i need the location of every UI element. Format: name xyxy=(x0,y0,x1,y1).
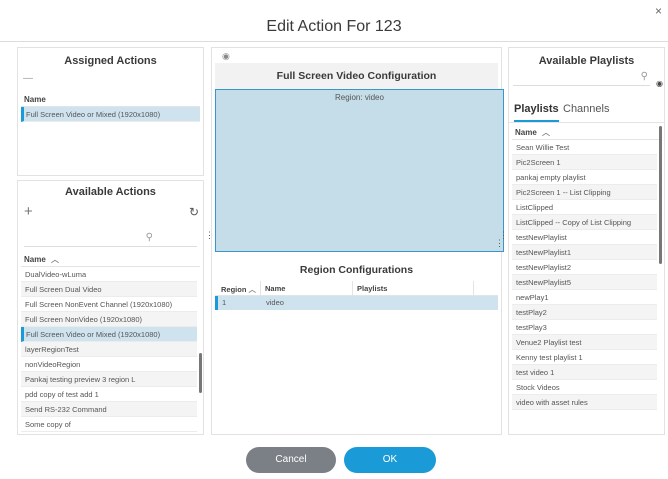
region-cell: 1 xyxy=(222,298,227,307)
dialog-title: Edit Action For 123 xyxy=(266,18,402,35)
list-item[interactable]: pdd copy of test add 1 xyxy=(21,387,197,402)
name-column-header[interactable]: Name xyxy=(265,284,285,293)
available-playlists-panel: Available Playlists ⚲ ◉ Playlists Channe… xyxy=(508,47,665,435)
search-icon[interactable]: ⚲ xyxy=(641,71,648,82)
dialog-header: Edit Action For 123 × xyxy=(0,0,668,42)
assigned-actions-panel: Assigned Actions — Name Full Screen Vide… xyxy=(17,47,204,176)
name-cell: video xyxy=(266,298,284,307)
list-item[interactable]: pankaj empty playlist xyxy=(512,170,657,185)
list-item[interactable]: ListClipped xyxy=(512,200,657,215)
list-item[interactable]: Send RS-232 Command xyxy=(21,402,197,417)
list-item[interactable]: DualVideo-wLuma xyxy=(21,267,197,282)
available-name-column-header[interactable]: Name ︿ xyxy=(21,253,200,267)
list-item[interactable]: nonVideoRegion xyxy=(21,357,197,372)
playlists-column-header[interactable]: Playlists xyxy=(357,284,387,293)
sort-ascending-icon[interactable]: ︿ xyxy=(542,128,550,137)
refresh-icon[interactable]: ↻ xyxy=(189,205,199,219)
list-item[interactable]: video with asset rules xyxy=(512,395,657,410)
playlists-name-column-header[interactable]: Name ︿ xyxy=(512,126,661,140)
assigned-actions-list: Full Screen Video or Mixed (1920x1080) xyxy=(21,107,200,122)
list-item[interactable]: testPlay2 xyxy=(512,305,657,320)
playlists-search-input[interactable]: ⚲ xyxy=(513,71,650,86)
available-playlists-title: Available Playlists xyxy=(538,55,635,67)
list-item[interactable]: layerRegionTest xyxy=(21,342,197,357)
list-item[interactable]: Pic2Screen 1 xyxy=(512,155,657,170)
list-item[interactable]: Full Screen Dual Video xyxy=(21,282,197,297)
list-item[interactable]: testNewPlaylist2 xyxy=(512,260,657,275)
region-label: Region: video xyxy=(335,93,384,102)
list-item[interactable]: Sean Willie Test xyxy=(512,140,657,155)
list-item[interactable]: Stock Videos xyxy=(512,380,657,395)
left-drag-handle-icon[interactable]: ⋮ xyxy=(205,230,214,241)
available-actions-list: DualVideo-wLuma Full Screen Dual Video Ful… xyxy=(21,267,197,433)
config-header: Full Screen Video Configuration xyxy=(215,63,498,89)
playlists-scrollbar[interactable] xyxy=(659,126,662,264)
list-item[interactable]: Full Screen NonVideo (1920x1080) xyxy=(21,312,197,327)
ok-button[interactable]: OK xyxy=(344,447,436,473)
list-item[interactable]: Full Screen Video or Mixed (1920x1080) xyxy=(21,107,200,122)
region-table-header: Region ︿ Name Playlists xyxy=(215,281,498,296)
list-item[interactable]: Full Screen Video or Mixed (1920x1080) xyxy=(21,327,197,342)
list-item[interactable]: testNewPlaylist xyxy=(512,230,657,245)
list-item[interactable]: Pic2Screen 1 -- List Clipping xyxy=(512,185,657,200)
column-divider xyxy=(473,281,474,296)
list-item[interactable]: Kenny test playlist 1 xyxy=(512,350,657,365)
cancel-button[interactable]: Cancel xyxy=(246,447,336,473)
sort-ascending-icon[interactable]: ︿ xyxy=(51,255,59,264)
add-icon[interactable]: + xyxy=(24,203,33,220)
search-icon[interactable]: ⚲ xyxy=(146,232,153,243)
sort-ascending-icon[interactable]: ︿ xyxy=(249,285,257,294)
list-item[interactable]: Some copy of xyxy=(21,417,197,432)
list-item[interactable]: test video 1 xyxy=(512,365,657,380)
assigned-actions-title: Assigned Actions xyxy=(64,55,157,67)
region-col-label: Region xyxy=(221,285,247,294)
list-item[interactable]: testNewPlaylist5 xyxy=(512,275,657,290)
config-title: Full Screen Video Configuration xyxy=(276,70,437,82)
available-actions-title: Available Actions xyxy=(65,186,156,198)
list-item[interactable]: Full Screen NonEvent Channel (1920x1080) xyxy=(21,297,197,312)
close-icon[interactable]: × xyxy=(655,4,662,18)
eye-icon[interactable]: ◉ xyxy=(222,51,230,62)
tab-channels[interactable]: Channels xyxy=(563,101,609,117)
configuration-panel: ◉ Full Screen Video Configuration Region… xyxy=(205,47,508,435)
column-divider xyxy=(352,281,353,296)
available-name-label: Name xyxy=(24,255,46,264)
tab-playlists[interactable]: Playlists xyxy=(514,101,559,122)
collapse-icon[interactable]: — xyxy=(23,73,33,84)
right-drag-handle-icon[interactable]: ⋮ xyxy=(499,230,508,241)
playlists-tabs: Playlists Channels xyxy=(509,101,664,122)
region-table-body: 1 video xyxy=(215,296,498,310)
list-item[interactable]: ListClipped -- Copy of List Clipping xyxy=(512,215,657,230)
available-actions-panel: Available Actions + ↻ ⚲ Name ︿ DualVideo… xyxy=(17,180,204,435)
list-item[interactable]: testPlay3 xyxy=(512,320,657,335)
available-scrollbar[interactable] xyxy=(199,353,202,393)
playlists-list: Sean Willie Test Pic2Screen 1 pankaj empty… xyxy=(512,140,657,412)
list-item[interactable]: Pankaj testing preview 3 region L xyxy=(21,372,197,387)
table-row[interactable]: 1 video xyxy=(215,296,498,310)
region-configurations-title: Region Configurations xyxy=(299,264,414,276)
list-item[interactable]: Venue2 Playlist test xyxy=(512,335,657,350)
list-item[interactable]: newPlay1 xyxy=(512,290,657,305)
region-column-header[interactable]: Region ︿ xyxy=(221,284,256,295)
playlists-name-label: Name xyxy=(515,128,537,137)
eye-icon[interactable]: ◉ xyxy=(656,79,663,88)
video-region[interactable]: Region: video ⋮ xyxy=(215,89,504,252)
assigned-name-column-header[interactable]: Name xyxy=(21,93,200,107)
available-search-input[interactable]: ⚲ xyxy=(24,232,197,247)
tabs-divider xyxy=(509,122,664,123)
list-item[interactable]: testNewPlaylist1 xyxy=(512,245,657,260)
column-divider xyxy=(260,281,261,296)
